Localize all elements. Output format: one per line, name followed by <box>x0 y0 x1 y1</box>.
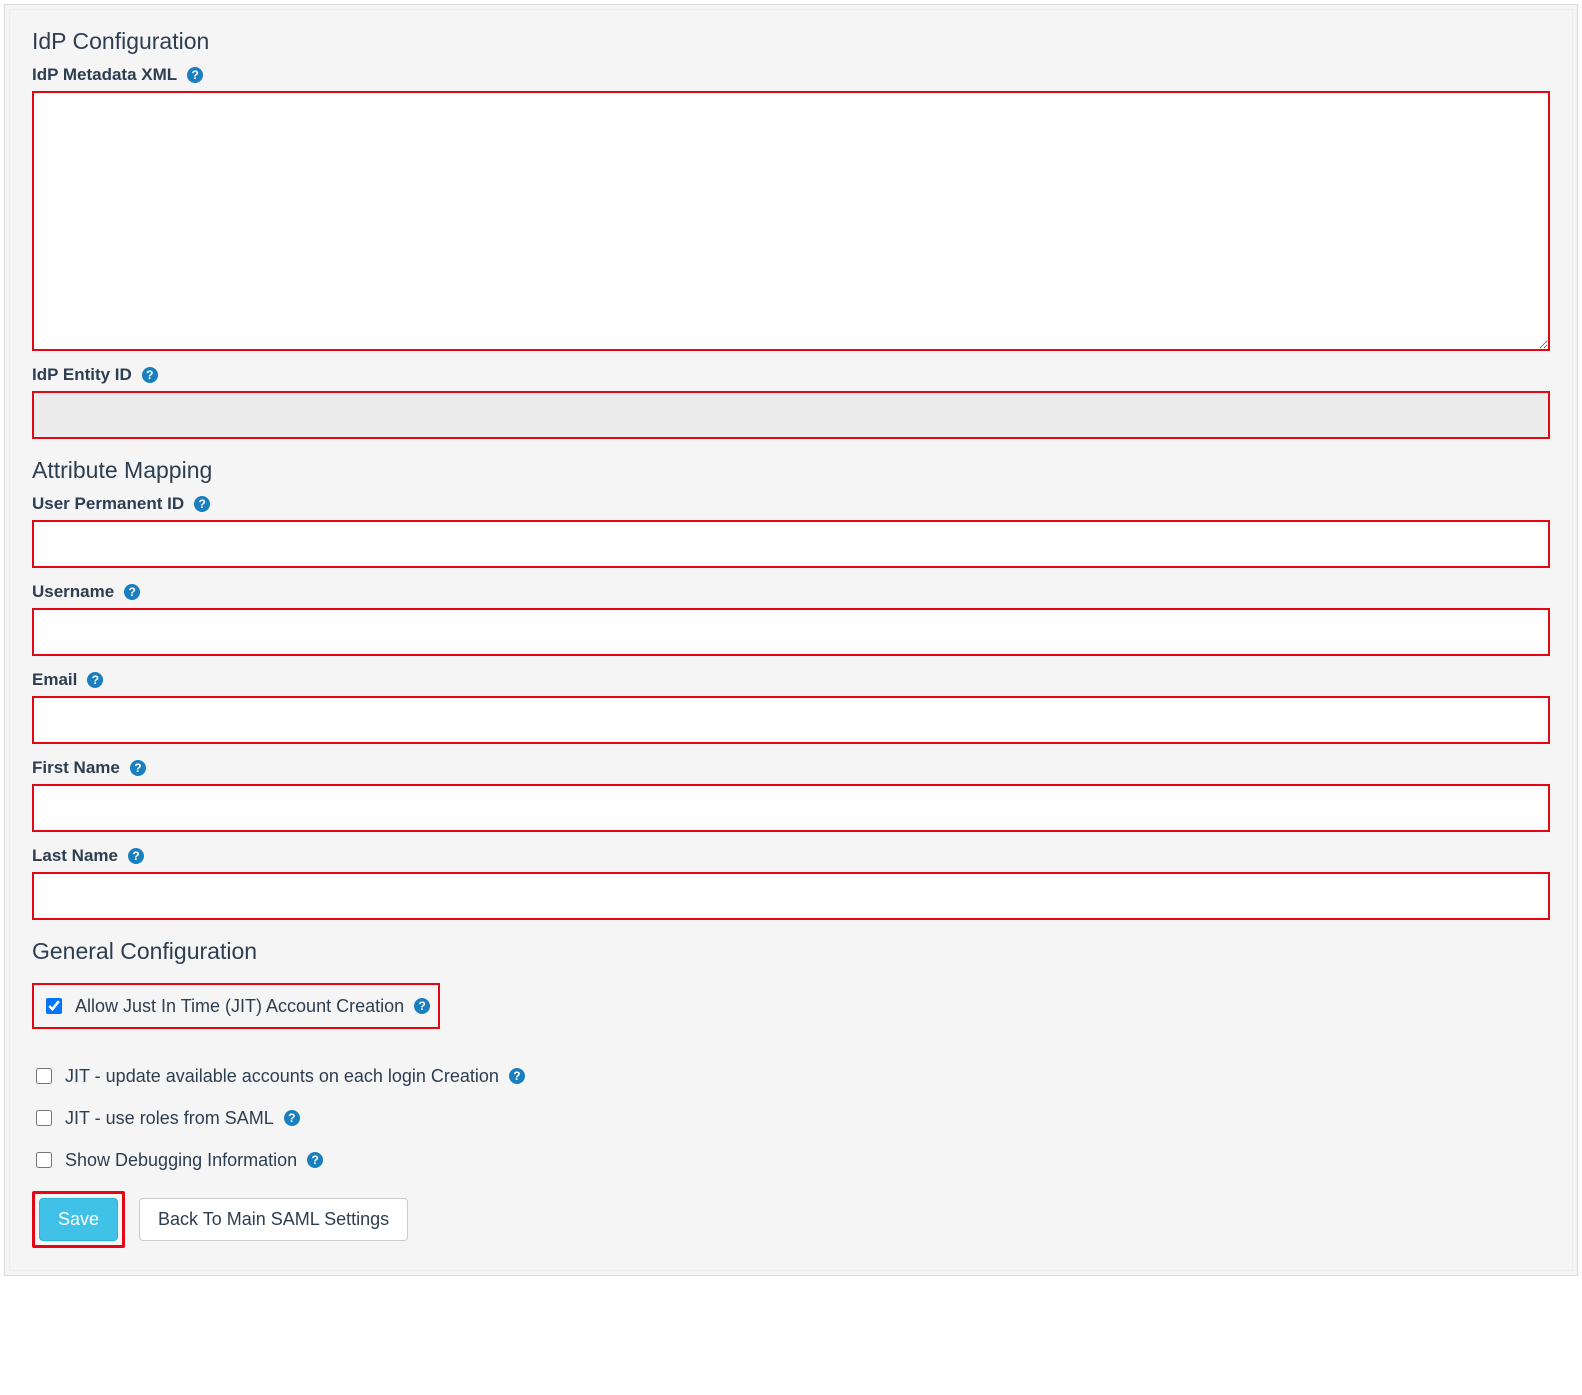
checkbox-row-jit-creation[interactable]: Allow Just In Time (JIT) Account Creatio… <box>32 983 440 1029</box>
help-icon[interactable]: ? <box>142 367 158 383</box>
input-idp-metadata-xml[interactable] <box>32 91 1550 351</box>
save-highlight-frame: Save <box>32 1191 125 1248</box>
section-idp-config: IdP Configuration <box>32 28 1550 55</box>
label-username: Username <box>32 582 114 602</box>
settings-panel: IdP Configuration IdP Metadata XML ? IdP… <box>9 9 1573 1271</box>
label-email: Email <box>32 670 77 690</box>
checkbox-jit-creation[interactable] <box>46 998 62 1014</box>
label-first-name: First Name <box>32 758 120 778</box>
help-icon[interactable]: ? <box>509 1068 525 1084</box>
checkbox-show-debug[interactable] <box>36 1152 52 1168</box>
checkbox-jit-roles[interactable] <box>36 1110 52 1126</box>
input-first-name[interactable] <box>32 784 1550 832</box>
checkbox-row-jit-roles[interactable]: JIT - use roles from SAML ? <box>32 1107 1550 1129</box>
input-email[interactable] <box>32 696 1550 744</box>
field-first-name: First Name ? <box>32 758 1550 832</box>
help-icon[interactable]: ? <box>124 584 140 600</box>
label-jit-roles: JIT - use roles from SAML <box>65 1108 274 1129</box>
checkbox-row-show-debug[interactable]: Show Debugging Information ? <box>32 1149 1550 1171</box>
section-attribute-mapping: Attribute Mapping <box>32 457 1550 484</box>
field-username: Username ? <box>32 582 1550 656</box>
label-jit-update: JIT - update available accounts on each … <box>65 1066 499 1087</box>
label-idp-entity-id: IdP Entity ID <box>32 365 132 385</box>
section-general-config: General Configuration <box>32 938 1550 965</box>
button-row: Save Back To Main SAML Settings <box>32 1191 1550 1248</box>
label-idp-metadata-xml: IdP Metadata XML <box>32 65 177 85</box>
field-idp-metadata-xml: IdP Metadata XML ? <box>32 65 1550 351</box>
checkbox-row-jit-update[interactable]: JIT - update available accounts on each … <box>32 1065 1550 1087</box>
input-username[interactable] <box>32 608 1550 656</box>
label-user-permanent-id: User Permanent ID <box>32 494 184 514</box>
label-show-debug: Show Debugging Information <box>65 1150 297 1171</box>
input-user-permanent-id[interactable] <box>32 520 1550 568</box>
field-user-permanent-id: User Permanent ID ? <box>32 494 1550 568</box>
save-button[interactable]: Save <box>39 1198 118 1241</box>
label-jit-creation: Allow Just In Time (JIT) Account Creatio… <box>75 996 404 1017</box>
page-frame: IdP Configuration IdP Metadata XML ? IdP… <box>4 4 1578 1276</box>
help-icon[interactable]: ? <box>307 1152 323 1168</box>
help-icon[interactable]: ? <box>130 760 146 776</box>
help-icon[interactable]: ? <box>194 496 210 512</box>
label-last-name: Last Name <box>32 846 118 866</box>
help-icon[interactable]: ? <box>87 672 103 688</box>
help-icon[interactable]: ? <box>284 1110 300 1126</box>
input-last-name[interactable] <box>32 872 1550 920</box>
help-icon[interactable]: ? <box>128 848 144 864</box>
field-last-name: Last Name ? <box>32 846 1550 920</box>
field-idp-entity-id: IdP Entity ID ? <box>32 365 1550 439</box>
checkbox-jit-update[interactable] <box>36 1068 52 1084</box>
field-email: Email ? <box>32 670 1550 744</box>
back-button[interactable]: Back To Main SAML Settings <box>139 1198 408 1241</box>
input-idp-entity-id[interactable] <box>32 391 1550 439</box>
help-icon[interactable]: ? <box>414 998 430 1014</box>
help-icon[interactable]: ? <box>187 67 203 83</box>
